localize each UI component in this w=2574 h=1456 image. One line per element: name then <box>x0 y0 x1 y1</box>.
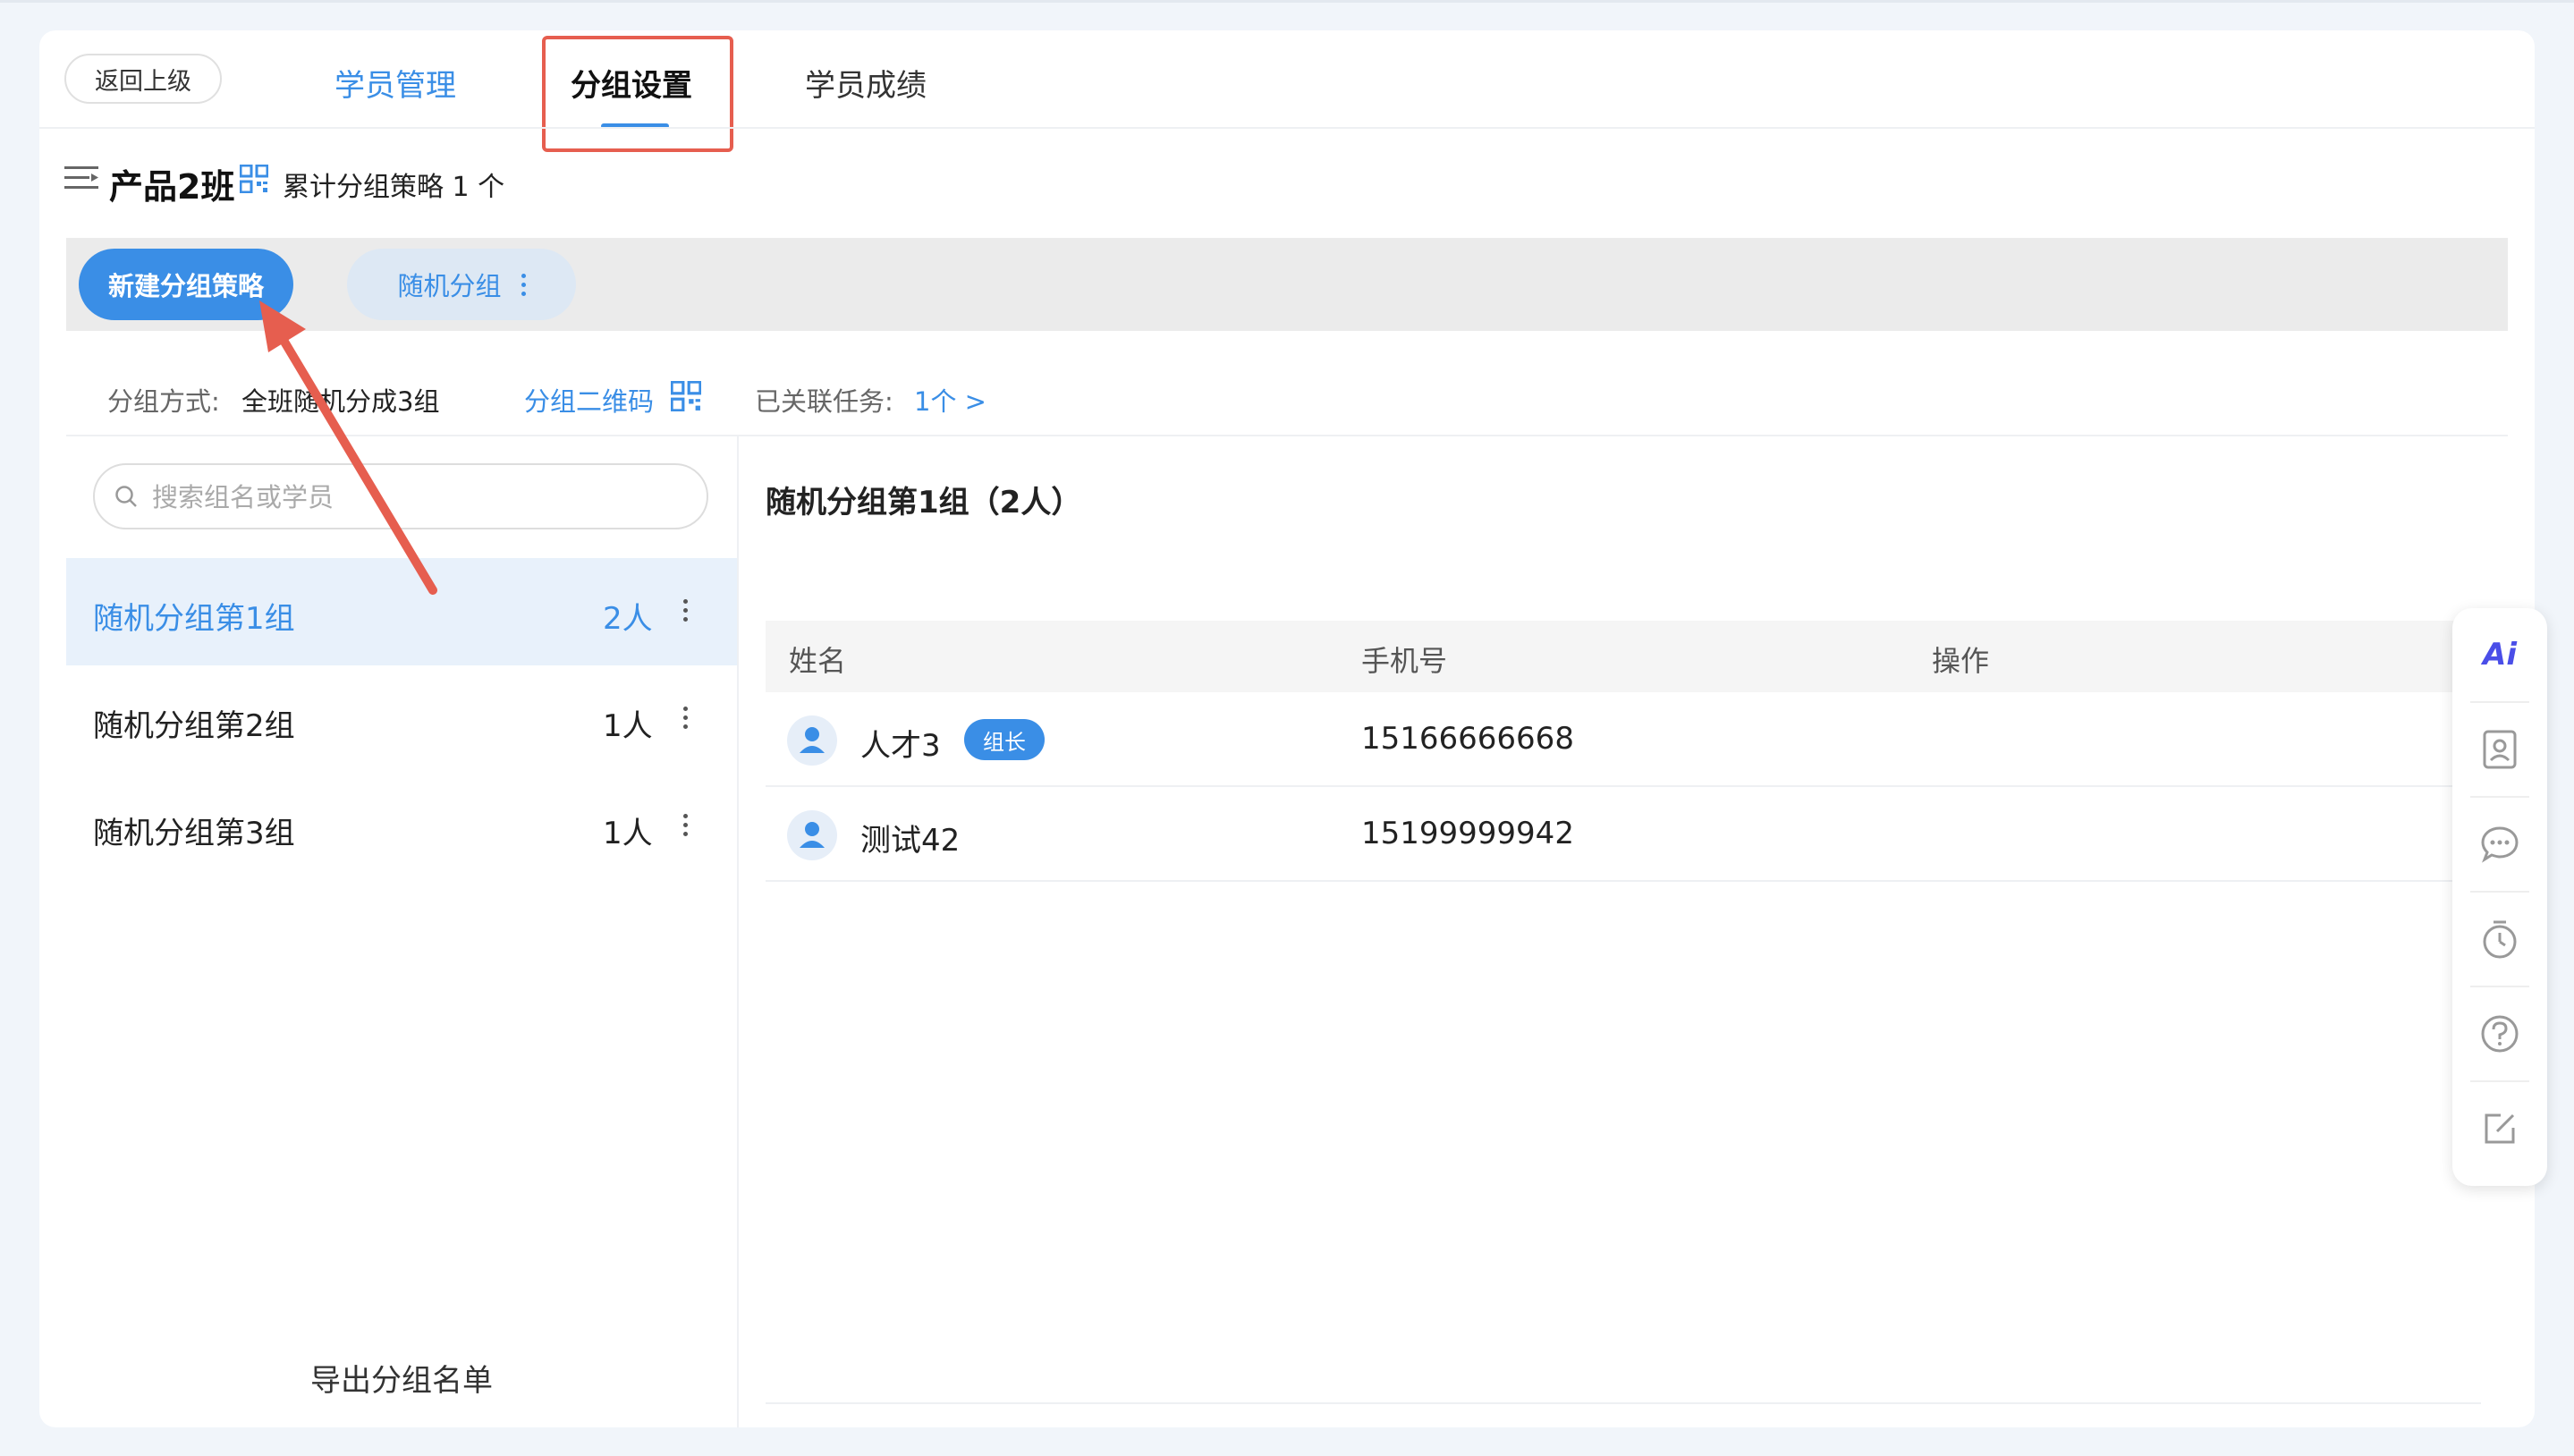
tab-student-scores[interactable]: 学员成绩 <box>805 61 927 105</box>
top-border <box>0 0 2574 3</box>
main-card: 返回上级 学员管理 分组设置 学员成绩 产品2班 累计分组策略 1 个 <box>39 30 2535 1427</box>
class-name: 产品2班 <box>109 167 235 207</box>
strategy-count: 累计分组策略 1 个 <box>283 172 505 203</box>
chat-button[interactable] <box>2452 798 2547 891</box>
back-button[interactable]: 返回上级 <box>64 54 222 104</box>
timer-button[interactable] <box>2452 893 2547 986</box>
help-icon <box>2481 1015 2519 1053</box>
tab-highlight-box <box>542 36 733 152</box>
ai-assistant-button[interactable]: Ai <box>2452 608 2547 701</box>
help-button[interactable] <box>2452 987 2547 1080</box>
contact-card-button[interactable] <box>2452 703 2547 796</box>
chat-icon <box>2481 826 2519 863</box>
side-toolbar: Ai <box>2452 608 2547 1186</box>
edit-icon <box>2485 1113 2515 1144</box>
edit-button[interactable] <box>2452 1082 2547 1175</box>
menu-icon[interactable] <box>64 165 100 191</box>
header-divider <box>39 127 2535 129</box>
ai-icon: Ai <box>2483 637 2517 673</box>
tab-student-management[interactable]: 学员管理 <box>334 61 456 105</box>
contact-card-icon <box>2483 730 2517 769</box>
timer-icon <box>2483 920 2517 959</box>
qr-code-icon[interactable] <box>240 165 268 193</box>
